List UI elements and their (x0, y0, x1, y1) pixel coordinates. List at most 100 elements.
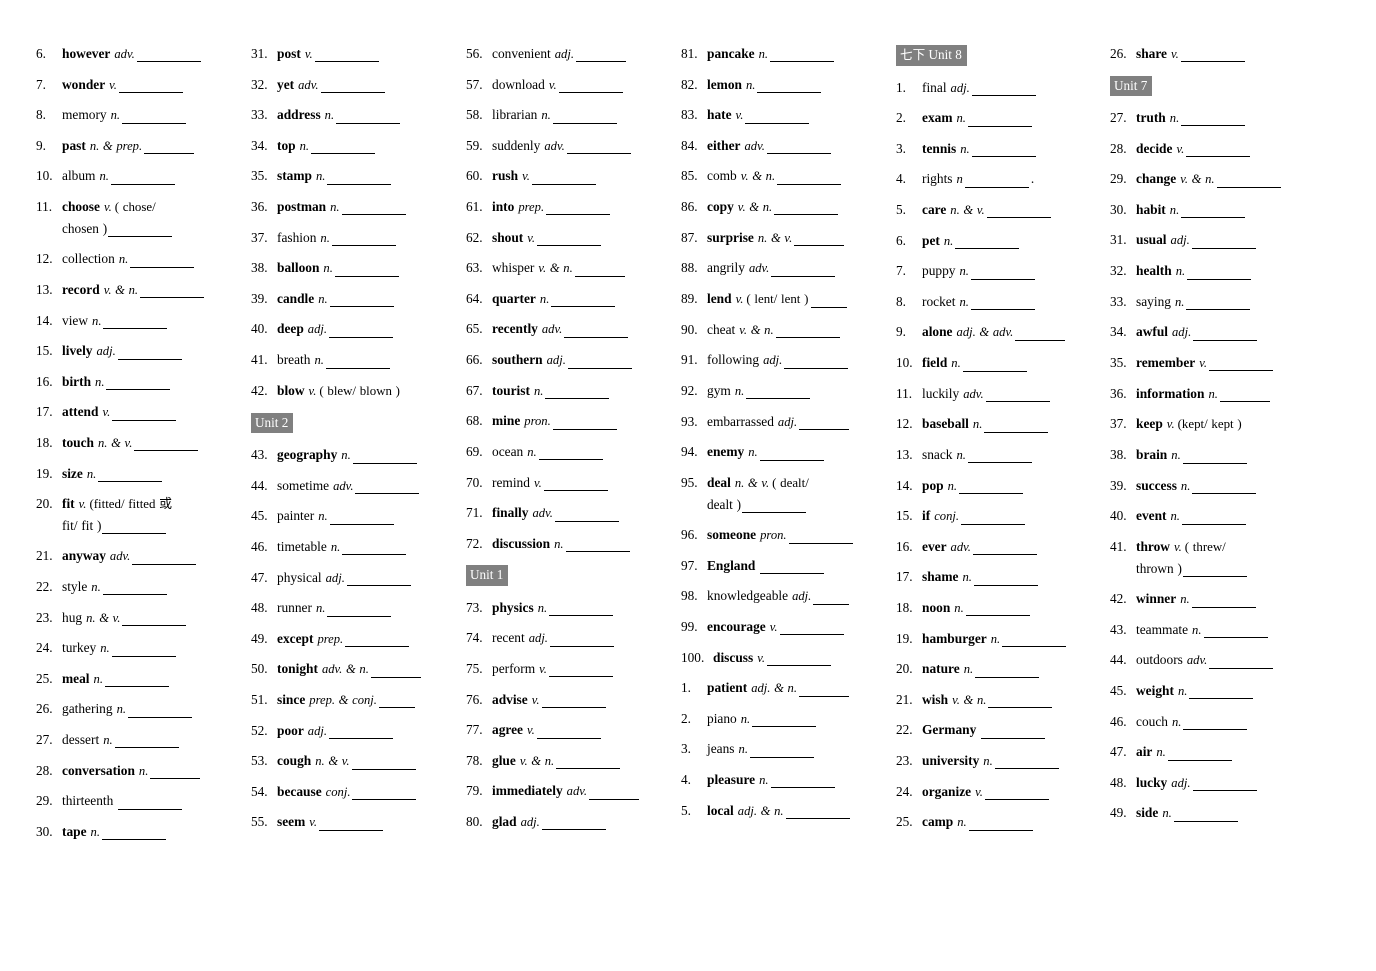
answer-blank[interactable] (327, 172, 392, 185)
answer-blank[interactable] (319, 818, 384, 831)
answer-blank[interactable] (336, 110, 401, 124)
answer-blank[interactable] (766, 141, 831, 155)
answer-blank[interactable] (134, 438, 199, 452)
answer-blank[interactable] (118, 80, 183, 94)
answer-blank[interactable] (589, 787, 640, 800)
answer-blank[interactable] (102, 582, 167, 596)
answer-blank[interactable] (1191, 236, 1256, 249)
answer-blank[interactable] (981, 726, 1046, 739)
answer-blank[interactable] (968, 817, 1033, 831)
answer-blank[interactable] (346, 573, 411, 586)
answer-blank[interactable] (122, 613, 187, 627)
answer-blank[interactable] (986, 205, 1051, 219)
answer-blank[interactable] (552, 417, 617, 430)
answer-blank[interactable] (144, 141, 195, 155)
answer-blank[interactable] (536, 725, 601, 739)
answer-blank[interactable] (341, 202, 406, 216)
answer-blank[interactable] (378, 695, 415, 709)
answer-blank[interactable] (1182, 450, 1247, 464)
answer-blank[interactable] (314, 49, 379, 63)
answer-blank[interactable] (971, 144, 1036, 158)
answer-blank[interactable] (1186, 144, 1251, 158)
answer-blank[interactable] (984, 787, 1049, 801)
answer-blank[interactable] (777, 172, 842, 185)
answer-blank[interactable] (104, 674, 169, 688)
answer-blank[interactable] (1219, 389, 1270, 402)
answer-blank[interactable] (1181, 511, 1246, 525)
answer-blank[interactable] (770, 49, 835, 63)
answer-blank[interactable] (311, 141, 376, 155)
answer-blank[interactable] (967, 450, 1032, 464)
answer-blank[interactable] (775, 325, 840, 339)
answer-blank[interactable] (334, 263, 399, 277)
answer-blank[interactable] (770, 775, 835, 789)
answer-blank[interactable] (1186, 297, 1251, 311)
answer-blank[interactable] (813, 592, 850, 605)
answer-blank[interactable] (988, 695, 1053, 709)
answer-blank[interactable] (984, 420, 1049, 433)
answer-blank[interactable] (132, 552, 197, 565)
answer-blank[interactable] (967, 113, 1032, 127)
answer-blank[interactable] (548, 664, 613, 678)
answer-blank[interactable] (576, 49, 626, 63)
answer-blank[interactable] (150, 766, 201, 780)
answer-blank[interactable] (558, 80, 623, 94)
answer-blank[interactable] (970, 297, 1035, 311)
answer-blank[interactable] (1167, 747, 1232, 761)
answer-blank[interactable] (552, 110, 617, 124)
answer-blank[interactable] (1216, 174, 1281, 188)
answer-blank[interactable] (543, 478, 608, 491)
answer-blank[interactable] (118, 796, 183, 810)
answer-blank[interactable] (971, 83, 1036, 97)
answer-blank[interactable] (959, 481, 1024, 494)
answer-blank[interactable] (117, 346, 182, 360)
answer-blank[interactable] (549, 603, 614, 617)
answer-blank[interactable] (329, 726, 394, 739)
answer-blank[interactable] (565, 539, 630, 553)
answer-blank[interactable] (1181, 205, 1246, 219)
answer-blank[interactable] (975, 664, 1040, 678)
answer-blank[interactable] (964, 175, 1029, 188)
answer-blank[interactable] (566, 141, 631, 155)
answer-blank[interactable] (759, 447, 824, 461)
answer-blank[interactable] (1203, 625, 1268, 639)
answer-blank[interactable] (103, 316, 168, 329)
answer-blank[interactable] (955, 236, 1020, 250)
answer-blank[interactable] (965, 603, 1030, 617)
answer-blank[interactable] (564, 325, 629, 338)
answer-blank[interactable] (556, 756, 621, 770)
answer-blank[interactable] (329, 294, 394, 308)
answer-blank[interactable] (102, 521, 167, 535)
answer-blank[interactable] (811, 294, 848, 308)
answer-blank[interactable] (972, 542, 1037, 556)
answer-blank[interactable] (537, 233, 602, 247)
answer-blank[interactable] (962, 358, 1027, 372)
answer-blank[interactable] (1173, 809, 1238, 822)
answer-blank[interactable] (1187, 266, 1252, 280)
answer-blank[interactable] (531, 172, 596, 185)
answer-blank[interactable] (1183, 717, 1248, 730)
answer-blank[interactable] (541, 817, 606, 831)
answer-blank[interactable] (331, 233, 396, 247)
answer-blank[interactable] (325, 355, 390, 369)
answer-blank[interactable] (549, 634, 614, 647)
answer-blank[interactable] (329, 325, 394, 338)
answer-blank[interactable] (98, 469, 163, 482)
answer-blank[interactable] (329, 511, 394, 525)
answer-blank[interactable] (554, 508, 619, 522)
answer-blank[interactable] (1192, 481, 1257, 495)
answer-blank[interactable] (961, 511, 1026, 525)
answer-blank[interactable] (567, 355, 632, 369)
answer-blank[interactable] (794, 233, 845, 247)
answer-blank[interactable] (128, 705, 193, 718)
answer-blank[interactable] (110, 172, 175, 185)
answer-blank[interactable] (136, 49, 201, 63)
answer-blank[interactable] (342, 542, 407, 556)
answer-blank[interactable] (140, 285, 205, 299)
answer-blank[interactable] (745, 110, 810, 124)
answer-blank[interactable] (779, 622, 844, 636)
answer-blank[interactable] (130, 254, 195, 268)
answer-blank[interactable] (122, 110, 187, 124)
answer-blank[interactable] (1002, 634, 1067, 647)
answer-blank[interactable] (970, 266, 1035, 280)
